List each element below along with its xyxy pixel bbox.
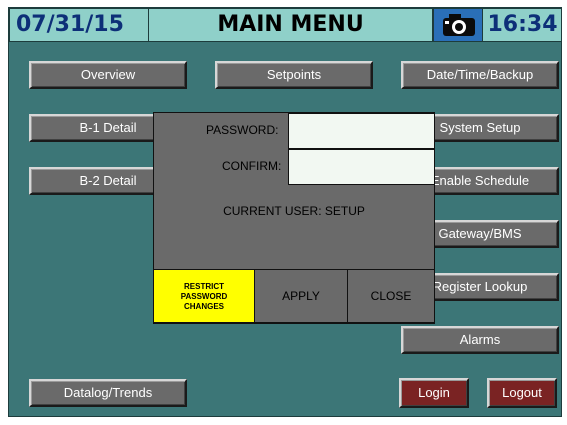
password-field[interactable] bbox=[288, 113, 435, 149]
logout-button[interactable]: Logout bbox=[487, 378, 557, 408]
overview-button[interactable]: Overview bbox=[29, 61, 187, 89]
confirm-field[interactable] bbox=[288, 149, 435, 185]
alarms-button[interactable]: Alarms bbox=[401, 326, 559, 354]
camera-icon bbox=[443, 14, 475, 36]
login-button[interactable]: Login bbox=[399, 378, 469, 408]
password-dialog: PASSWORD: CONFIRM: CURRENT USER: SETUP R… bbox=[153, 112, 435, 324]
restrict-label-line1: RESTRICT bbox=[184, 282, 224, 291]
restrict-label-line2: PASSWORD bbox=[180, 292, 228, 301]
confirm-label: CONFIRM: bbox=[222, 159, 282, 173]
header-date: 07/31/15 bbox=[9, 8, 149, 42]
restrict-password-changes-button[interactable]: RESTRICT PASSWORD CHANGES bbox=[153, 269, 255, 323]
camera-button[interactable] bbox=[433, 8, 483, 42]
datalog-trends-button[interactable]: Datalog/Trends bbox=[29, 379, 187, 407]
setpoints-button[interactable]: Setpoints bbox=[215, 61, 373, 89]
page-title: MAIN MENU bbox=[149, 8, 433, 42]
restrict-label-line3: CHANGES bbox=[183, 302, 224, 311]
current-user-text: CURRENT USER: SETUP bbox=[223, 204, 365, 218]
hmi-screen: 07/31/15 MAIN MENU 16:34 Overview Setpoi… bbox=[8, 7, 562, 417]
close-button[interactable]: CLOSE bbox=[347, 269, 435, 323]
header-time: 16:34 bbox=[483, 8, 561, 42]
password-label: PASSWORD: bbox=[206, 123, 279, 137]
datetime-backup-button[interactable]: Date/Time/Backup bbox=[401, 61, 559, 89]
apply-button[interactable]: APPLY bbox=[254, 269, 348, 323]
